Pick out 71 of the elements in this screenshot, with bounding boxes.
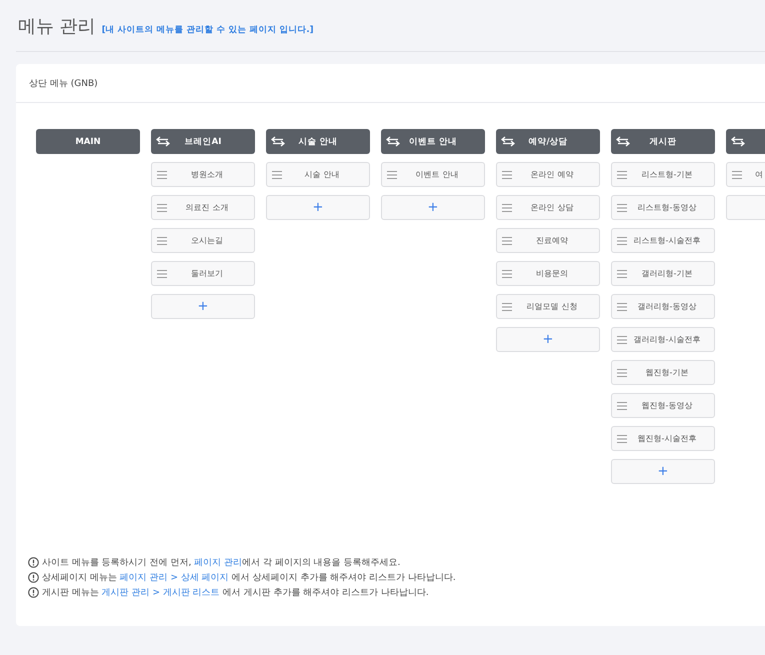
- drag-handle-icon[interactable]: [617, 336, 627, 344]
- menu-item[interactable]: 둘러보기: [151, 261, 255, 286]
- notice-text: 게시판 메뉴는 게시판 관리 > 게시판 리스트 에서 게시판 추가를 해주셔야 리스트가 나타납니다.: [42, 587, 429, 599]
- drag-handle-icon[interactable]: [502, 270, 512, 278]
- menu-item[interactable]: 갤러리형-시술전후: [611, 327, 715, 352]
- menu-item[interactable]: 웹진형-시술전후: [611, 426, 715, 451]
- drag-handle-icon[interactable]: [617, 402, 627, 410]
- add-button[interactable]: +: [151, 294, 255, 319]
- menu-item[interactable]: 여: [726, 162, 765, 187]
- menu-item[interactable]: 갤러리형-동영상: [611, 294, 715, 319]
- menu-item[interactable]: 리스트형-시술전후: [611, 228, 715, 253]
- menu-item[interactable]: 리스트형-기본: [611, 162, 715, 187]
- link[interactable]: 페이지 관리: [194, 558, 242, 568]
- drag-handle-icon[interactable]: [157, 204, 167, 212]
- menu-item[interactable]: 갤러리형-기본: [611, 261, 715, 286]
- drag-handle-icon[interactable]: [617, 303, 627, 311]
- drag-handle-icon[interactable]: [502, 303, 512, 311]
- add-button[interactable]: +: [611, 459, 715, 484]
- add-button[interactable]: +: [496, 327, 600, 352]
- panel-title: 상단 메뉴 (GNB): [29, 78, 98, 90]
- drag-handle-icon[interactable]: [617, 369, 627, 377]
- menu-item[interactable]: 진료예약: [496, 228, 600, 253]
- menu-item[interactable]: 웹진형-동영상: [611, 393, 715, 418]
- drag-handle-icon[interactable]: [617, 204, 627, 212]
- drag-handle-icon[interactable]: [617, 435, 627, 443]
- link[interactable]: 페이지 관리 > 상세 페이지: [120, 573, 229, 583]
- menu-item[interactable]: 리스트형-동영상: [611, 195, 715, 220]
- info-icon: [28, 572, 39, 583]
- link[interactable]: 게시판 관리 > 게시판 리스트: [102, 588, 220, 598]
- menu-header[interactable]: MAIN: [36, 129, 140, 154]
- menu-item[interactable]: 온라인 상담: [496, 195, 600, 220]
- drag-handle-icon[interactable]: [157, 270, 167, 278]
- swap-arrows-icon[interactable]: [501, 136, 515, 147]
- menu-item[interactable]: 이벤트 안내: [381, 162, 485, 187]
- swap-arrows-icon[interactable]: [271, 136, 285, 147]
- add-button[interactable]: +: [381, 195, 485, 220]
- menu-header[interactable]: 시술 안내: [266, 129, 370, 154]
- drag-handle-icon[interactable]: [617, 270, 627, 278]
- drag-handle-icon[interactable]: [502, 237, 512, 245]
- menu-header[interactable]: 예약/상담: [496, 129, 600, 154]
- drag-handle-icon[interactable]: [617, 171, 627, 179]
- menu-item[interactable]: 리얼모델 신청: [496, 294, 600, 319]
- menu-header[interactable]: 이벤트 안내: [381, 129, 485, 154]
- menu-item[interactable]: 시술 안내: [266, 162, 370, 187]
- menu-item[interactable]: 병원소개: [151, 162, 255, 187]
- swap-arrows-icon[interactable]: [731, 136, 745, 147]
- drag-handle-icon[interactable]: [272, 171, 282, 179]
- drag-handle-icon[interactable]: [502, 171, 512, 179]
- drag-handle-icon[interactable]: [157, 171, 167, 179]
- drag-handle-icon[interactable]: [502, 204, 512, 212]
- page-subtitle: [내 사이트의 메뉴를 관리할 수 있는 페이지 입니다.]: [102, 24, 314, 36]
- add-button[interactable]: +: [266, 195, 370, 220]
- menu-header[interactable]: 브레인AI: [151, 129, 255, 154]
- menu-item[interactable]: 온라인 예약: [496, 162, 600, 187]
- drag-handle-icon[interactable]: [157, 237, 167, 245]
- menu-item[interactable]: 의료진 소개: [151, 195, 255, 220]
- notice-text: 사이트 메뉴를 등록하시기 전에 먼저, 페이지 관리에서 각 페이지의 내용을 등록해주세요.: [42, 557, 400, 569]
- menu-item[interactable]: 비용문의: [496, 261, 600, 286]
- page-title: 메뉴 관리: [18, 15, 96, 38]
- drag-handle-icon[interactable]: [732, 171, 742, 179]
- swap-arrows-icon[interactable]: [616, 136, 630, 147]
- swap-arrows-icon[interactable]: [386, 136, 400, 147]
- notice-text: 상세페이지 메뉴는 페이지 관리 > 상세 페이지 에서 상세페이지 추가를 해주셔야 리스트가 나타납니다.: [42, 572, 456, 584]
- info-icon: [28, 557, 39, 568]
- drag-handle-icon[interactable]: [617, 237, 627, 245]
- menu-item[interactable]: 웹진형-기본: [611, 360, 715, 385]
- menu-header[interactable]: 게시판: [611, 129, 715, 154]
- menu-item[interactable]: 오시는길: [151, 228, 255, 253]
- info-icon: [28, 587, 39, 598]
- drag-handle-icon[interactable]: [387, 171, 397, 179]
- swap-arrows-icon[interactable]: [156, 136, 170, 147]
